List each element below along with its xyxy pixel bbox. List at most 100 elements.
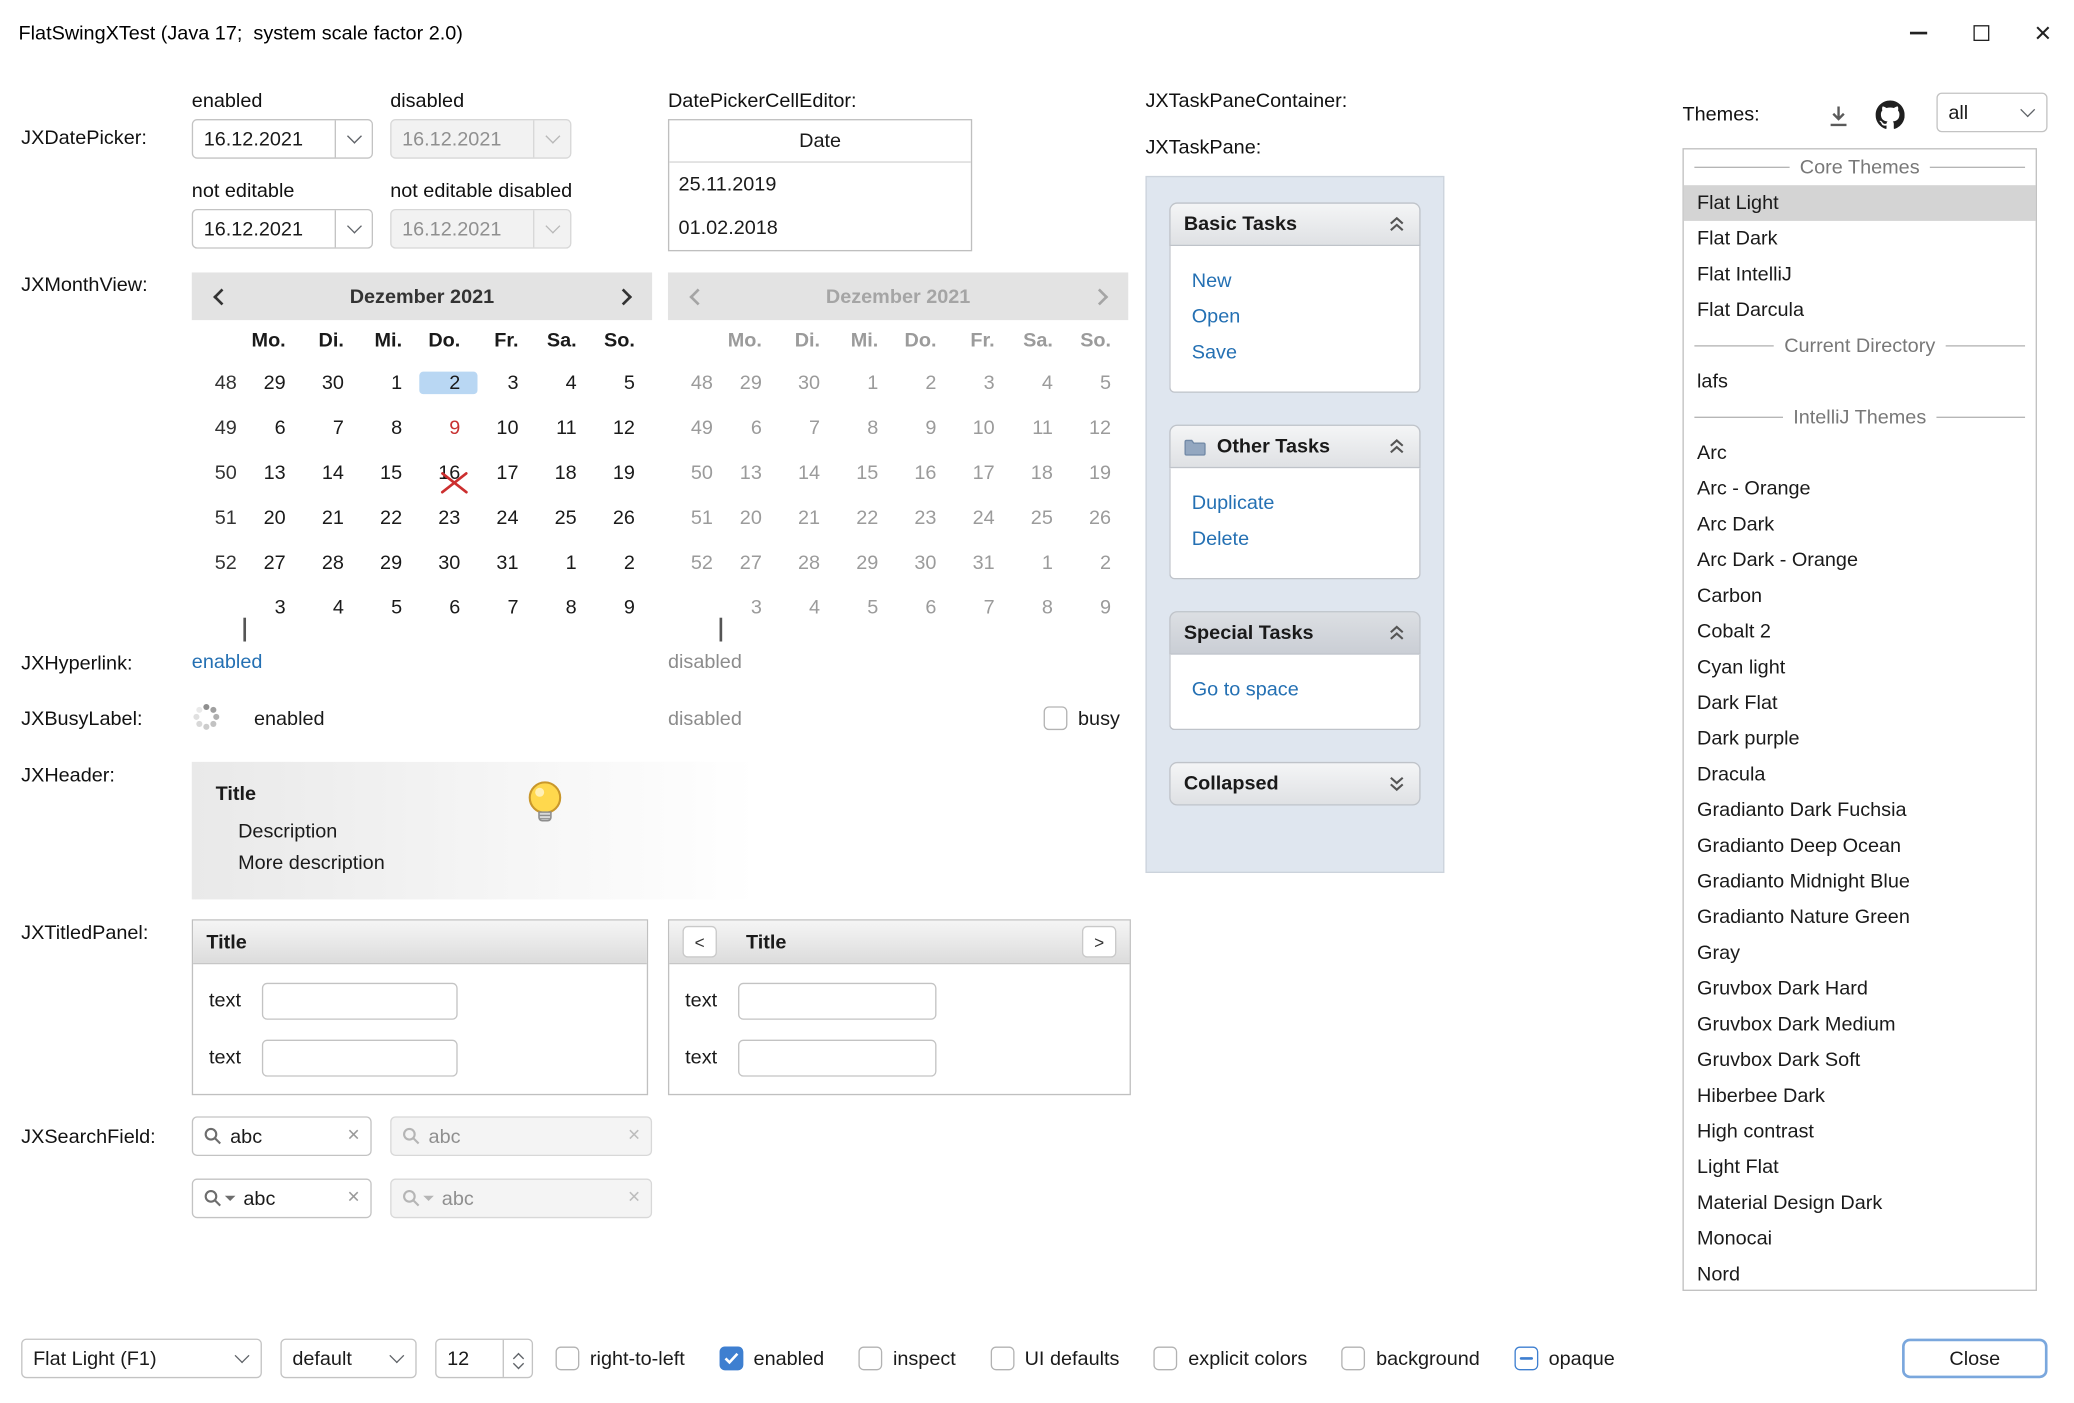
checkbox-box[interactable] xyxy=(556,1347,580,1371)
day-cell[interactable]: 27 xyxy=(245,551,303,573)
clear-icon[interactable]: × xyxy=(347,1188,359,1209)
theme-item[interactable]: Gradianto Midnight Blue xyxy=(1684,864,2036,900)
datepicker-dropdown-button[interactable] xyxy=(335,120,372,157)
taskpane-action-link[interactable]: Go to space xyxy=(1192,672,1398,708)
day-cell[interactable]: 10 xyxy=(477,416,535,438)
day-cell[interactable]: 1 xyxy=(536,551,594,573)
day-cell[interactable]: 6 xyxy=(245,416,303,438)
taskpane-action-link[interactable]: Save xyxy=(1192,335,1398,371)
theme-item[interactable]: High contrast xyxy=(1684,1114,2036,1150)
window-close-button[interactable]: × xyxy=(2012,0,2074,66)
day-cell[interactable]: 23 xyxy=(419,506,477,528)
taskpane-action-link[interactable]: Duplicate xyxy=(1192,485,1398,521)
day-cell[interactable]: 29 xyxy=(361,551,419,573)
theme-item[interactable]: Arc Dark xyxy=(1684,507,2036,543)
taskpane-action-link[interactable]: Open xyxy=(1192,299,1398,335)
day-cell[interactable]: 28 xyxy=(303,551,361,573)
taskpane-action-link[interactable]: Delete xyxy=(1192,521,1398,557)
day-cell[interactable]: 4 xyxy=(536,371,594,393)
day-cell[interactable]: 20 xyxy=(245,506,303,528)
theme-item[interactable]: Gruvbox Dark Soft xyxy=(1684,1042,2036,1078)
theme-item[interactable]: Flat Darcula xyxy=(1684,292,2036,328)
day-cell[interactable]: 18 xyxy=(536,461,594,483)
theme-item[interactable]: Cobalt 2 xyxy=(1684,614,2036,650)
busy-checkbox[interactable]: busy xyxy=(1044,706,1120,730)
checkbox-ui-defaults[interactable]: UI defaults xyxy=(990,1347,1119,1371)
theme-item[interactable]: Cyan light xyxy=(1684,649,2036,685)
checkbox-enabled[interactable]: enabled xyxy=(719,1347,824,1371)
minimize-button[interactable] xyxy=(1887,0,1949,66)
day-cell[interactable]: 5 xyxy=(361,596,419,618)
day-cell[interactable]: 19 xyxy=(594,461,652,483)
next-month-button[interactable] xyxy=(594,272,652,320)
day-cell[interactable]: 2 xyxy=(419,371,477,393)
text-input[interactable] xyxy=(262,983,458,1020)
day-cell[interactable]: 24 xyxy=(477,506,535,528)
search-input[interactable]: abc xyxy=(230,1125,339,1147)
theme-item[interactable]: Flat Dark xyxy=(1684,221,2036,257)
day-cell[interactable]: 30 xyxy=(303,371,361,393)
laf-combobox[interactable]: Flat Light (F1) xyxy=(21,1339,262,1379)
datepicker-not-editable[interactable]: 16.12.2021 xyxy=(192,209,373,249)
theme-item[interactable]: Arc xyxy=(1684,435,2036,471)
taskpane-title-bar[interactable]: Special Tasks xyxy=(1169,611,1420,655)
day-cell[interactable]: 1 xyxy=(361,371,419,393)
day-cell[interactable]: 9 xyxy=(419,416,477,438)
checkbox-opaque[interactable]: opaque xyxy=(1514,1347,1615,1371)
theme-item[interactable]: Gradianto Deep Ocean xyxy=(1684,828,2036,864)
hyperlink-enabled[interactable]: enabled xyxy=(192,651,263,673)
day-cell[interactable]: 25 xyxy=(536,506,594,528)
checkbox-box[interactable] xyxy=(1342,1347,1366,1371)
themes-filter-combobox[interactable]: all xyxy=(1936,93,2047,133)
titled-panel-prev-button[interactable]: < xyxy=(683,926,717,958)
checkbox-box[interactable] xyxy=(1514,1347,1538,1371)
checkbox-box[interactable] xyxy=(859,1347,883,1371)
day-cell[interactable]: 13 xyxy=(245,461,303,483)
text-input[interactable] xyxy=(738,1040,936,1077)
day-cell[interactable]: 3 xyxy=(245,596,303,618)
day-cell[interactable]: 5 xyxy=(594,371,652,393)
collapse-chevron-icon[interactable] xyxy=(1388,438,1407,455)
day-cell[interactable]: 6 xyxy=(419,596,477,618)
clear-icon[interactable]: × xyxy=(347,1126,359,1147)
day-cell[interactable]: 26 xyxy=(594,506,652,528)
theme-item[interactable]: Flat IntelliJ xyxy=(1684,257,2036,293)
theme-item[interactable]: Nord xyxy=(1684,1257,2036,1291)
table-row[interactable]: 01.02.2018 xyxy=(669,206,971,250)
expand-chevron-icon[interactable] xyxy=(1388,775,1407,792)
theme-item[interactable]: Gradianto Nature Green xyxy=(1684,899,2036,935)
day-cell[interactable]: 14 xyxy=(303,461,361,483)
day-cell[interactable]: 15 xyxy=(361,461,419,483)
theme-item[interactable]: Dark purple xyxy=(1684,721,2036,757)
day-cell[interactable]: 4 xyxy=(303,596,361,618)
theme-item[interactable]: Gray xyxy=(1684,935,2036,971)
day-cell[interactable]: 8 xyxy=(536,596,594,618)
day-cell[interactable]: 9 xyxy=(594,596,652,618)
theme-item[interactable]: Arc - Orange xyxy=(1684,471,2036,507)
theme-item[interactable]: Gruvbox Dark Hard xyxy=(1684,971,2036,1007)
spinner-buttons[interactable] xyxy=(503,1340,532,1377)
day-cell[interactable]: 7 xyxy=(477,596,535,618)
theme-item[interactable]: Hiberbee Dark xyxy=(1684,1078,2036,1114)
day-cell[interactable]: 29 xyxy=(245,371,303,393)
github-button[interactable] xyxy=(1876,101,1905,130)
taskpane-title-bar[interactable]: Basic Tasks xyxy=(1169,202,1420,246)
text-input[interactable] xyxy=(262,1040,458,1077)
collapse-chevron-icon[interactable] xyxy=(1388,624,1407,641)
maximize-button[interactable] xyxy=(1950,0,2012,66)
search-field-with-menu[interactable]: abc × xyxy=(192,1179,372,1219)
theme-item[interactable]: Carbon xyxy=(1684,578,2036,614)
close-button[interactable]: Close xyxy=(1902,1339,2047,1379)
day-cell[interactable]: 3 xyxy=(477,371,535,393)
day-cell[interactable]: 2 xyxy=(594,551,652,573)
checkbox-inspect[interactable]: inspect xyxy=(859,1347,956,1371)
day-cell[interactable]: 16 xyxy=(419,461,477,483)
theme-item[interactable]: lafs xyxy=(1684,364,2036,400)
spinner-value[interactable]: 12 xyxy=(436,1347,502,1369)
checkbox-box[interactable] xyxy=(1044,706,1068,730)
theme-item[interactable]: Gradianto Dark Fuchsia xyxy=(1684,792,2036,828)
titled-panel-next-button[interactable]: > xyxy=(1082,926,1116,958)
text-input[interactable] xyxy=(738,983,936,1020)
taskpane-title-bar[interactable]: Collapsed xyxy=(1169,762,1420,806)
search-input[interactable]: abc xyxy=(243,1187,339,1209)
